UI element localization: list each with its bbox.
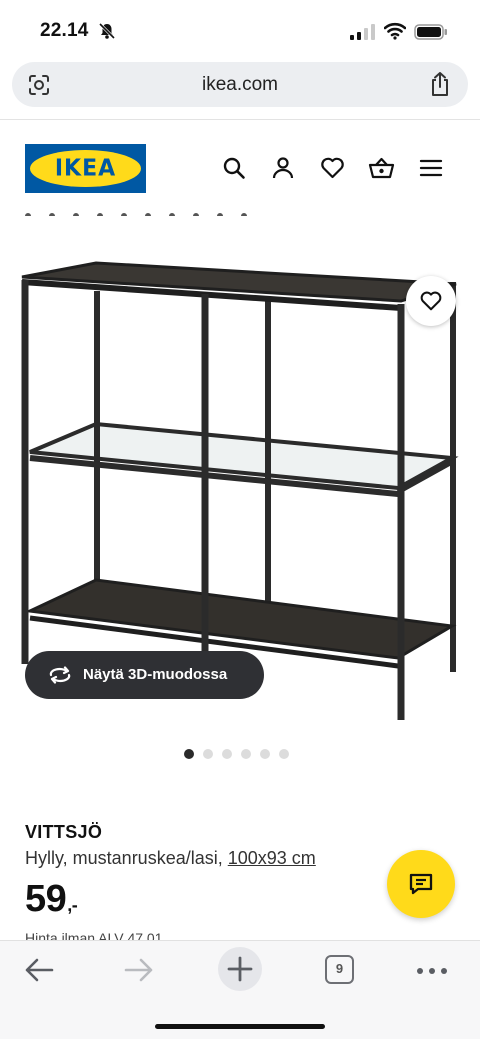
- share-icon[interactable]: [428, 71, 452, 97]
- logo-text: IKEA: [54, 155, 117, 182]
- heart-icon: [420, 291, 442, 311]
- cellular-signal-icon: [350, 24, 375, 40]
- chat-button[interactable]: [387, 850, 455, 918]
- status-bar: 22.14: [0, 0, 480, 62]
- product-type: Hylly, mustanruskea/lasi,: [25, 848, 223, 868]
- rotate-3d-icon: [49, 666, 71, 684]
- home-indicator[interactable]: [155, 1024, 325, 1029]
- product-price: 59,-: [25, 878, 78, 921]
- gallery-dot[interactable]: [260, 749, 270, 759]
- gallery-dot[interactable]: [222, 749, 232, 759]
- account-icon[interactable]: [271, 156, 295, 180]
- view-3d-label: Näytä 3D-muodossa: [83, 666, 228, 683]
- breadcrumb-scrolled: [25, 206, 265, 216]
- product-description: Hylly, mustanruskea/lasi, 100x93 cm: [25, 848, 316, 869]
- heart-icon[interactable]: [320, 156, 345, 180]
- battery-icon: [414, 24, 447, 40]
- menu-icon[interactable]: [419, 156, 443, 180]
- search-icon[interactable]: [222, 156, 246, 180]
- back-arrow-icon[interactable]: [24, 957, 54, 983]
- basket-icon[interactable]: [368, 156, 395, 180]
- chat-icon: [409, 873, 433, 895]
- product-size-link[interactable]: 100x93 cm: [228, 848, 316, 868]
- url-text[interactable]: ikea.com: [12, 74, 468, 96]
- gallery-dot[interactable]: [241, 749, 251, 759]
- add-to-favourites-button[interactable]: [406, 276, 456, 326]
- divider: [0, 119, 480, 120]
- more-options-icon[interactable]: [416, 967, 448, 975]
- mute-bell-icon: [98, 22, 116, 40]
- new-tab-button[interactable]: [218, 947, 262, 991]
- gallery-dot[interactable]: [279, 749, 289, 759]
- browser-toolbar: 9: [0, 940, 480, 1039]
- status-time: 22.14: [40, 20, 89, 41]
- price-integer: 59: [25, 878, 67, 920]
- tab-switcher-button[interactable]: 9: [325, 955, 354, 984]
- ikea-logo[interactable]: IKEA: [25, 144, 146, 193]
- gallery-dot[interactable]: [184, 749, 194, 759]
- product-name: VITTSJÖ: [25, 822, 103, 842]
- wifi-icon: [384, 22, 406, 40]
- gallery-dot[interactable]: [203, 749, 213, 759]
- gallery-pagination: [184, 746, 298, 764]
- plus-icon: [227, 956, 253, 982]
- address-bar[interactable]: ikea.com: [12, 62, 468, 107]
- view-3d-button[interactable]: Näytä 3D-muodossa: [25, 651, 264, 699]
- forward-arrow-icon[interactable]: [124, 957, 154, 983]
- price-decimals: ,-: [67, 895, 78, 915]
